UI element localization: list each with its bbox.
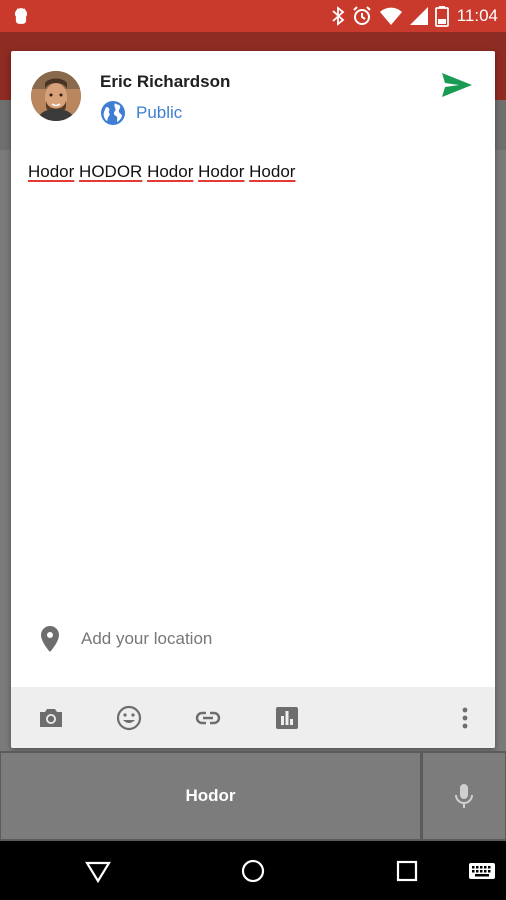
recents-icon	[396, 860, 418, 882]
location-placeholder: Add your location	[81, 629, 213, 648]
author-name: Eric Richardson	[100, 72, 231, 91]
poll-icon	[276, 707, 298, 729]
battery-icon	[434, 6, 449, 27]
status-bar: 11:04	[0, 0, 506, 32]
post-composer-dialog: Eric Richardson Public Hodor HODOR Hodor…	[11, 51, 495, 748]
emoji-button[interactable]	[115, 704, 143, 732]
home-button[interactable]	[240, 858, 266, 884]
more-vert-icon	[462, 707, 468, 729]
link-button[interactable]	[194, 704, 222, 732]
more-options-button[interactable]	[451, 704, 479, 732]
send-icon	[442, 73, 472, 97]
audience-selector[interactable]: Public	[100, 100, 182, 126]
link-icon	[195, 711, 221, 725]
post-word: Hodor	[28, 162, 75, 181]
keyboard-switch-button[interactable]	[468, 858, 496, 884]
bluetooth-icon	[332, 6, 345, 26]
system-nav-bar	[0, 841, 506, 900]
alarm-icon	[353, 6, 371, 25]
keyboard-icon	[469, 863, 495, 879]
wifi-icon	[379, 7, 402, 25]
composer-toolbar	[11, 687, 495, 748]
recents-button[interactable]	[394, 858, 420, 884]
location-pin-icon	[41, 626, 59, 652]
emoji-icon	[116, 705, 142, 731]
camera-button[interactable]	[37, 704, 65, 732]
mic-button[interactable]	[423, 753, 505, 839]
camera-icon	[40, 709, 62, 727]
post-word: Hodor	[198, 162, 245, 181]
signal-icon	[409, 7, 428, 25]
post-word: Hodor	[147, 162, 194, 181]
back-icon	[85, 861, 111, 884]
send-button[interactable]	[439, 67, 475, 103]
poll-button[interactable]	[273, 704, 301, 732]
keyboard-suggestion-strip: Hodor	[0, 751, 506, 841]
back-button[interactable]	[85, 858, 111, 884]
globe-icon	[101, 101, 125, 125]
status-time: 11:04	[456, 6, 498, 25]
home-icon	[241, 859, 265, 883]
add-location-button[interactable]: Add your location	[39, 625, 212, 653]
audience-label: Public	[136, 103, 183, 122]
post-word: HODOR	[79, 162, 143, 181]
post-text-input[interactable]: Hodor HODOR Hodor Hodor Hodor	[28, 162, 295, 182]
post-word: Hodor	[249, 162, 296, 181]
android-debug-icon	[14, 8, 28, 24]
mic-icon	[455, 784, 473, 808]
voice-suggestion[interactable]: Hodor	[1, 753, 420, 839]
avatar	[31, 71, 81, 121]
